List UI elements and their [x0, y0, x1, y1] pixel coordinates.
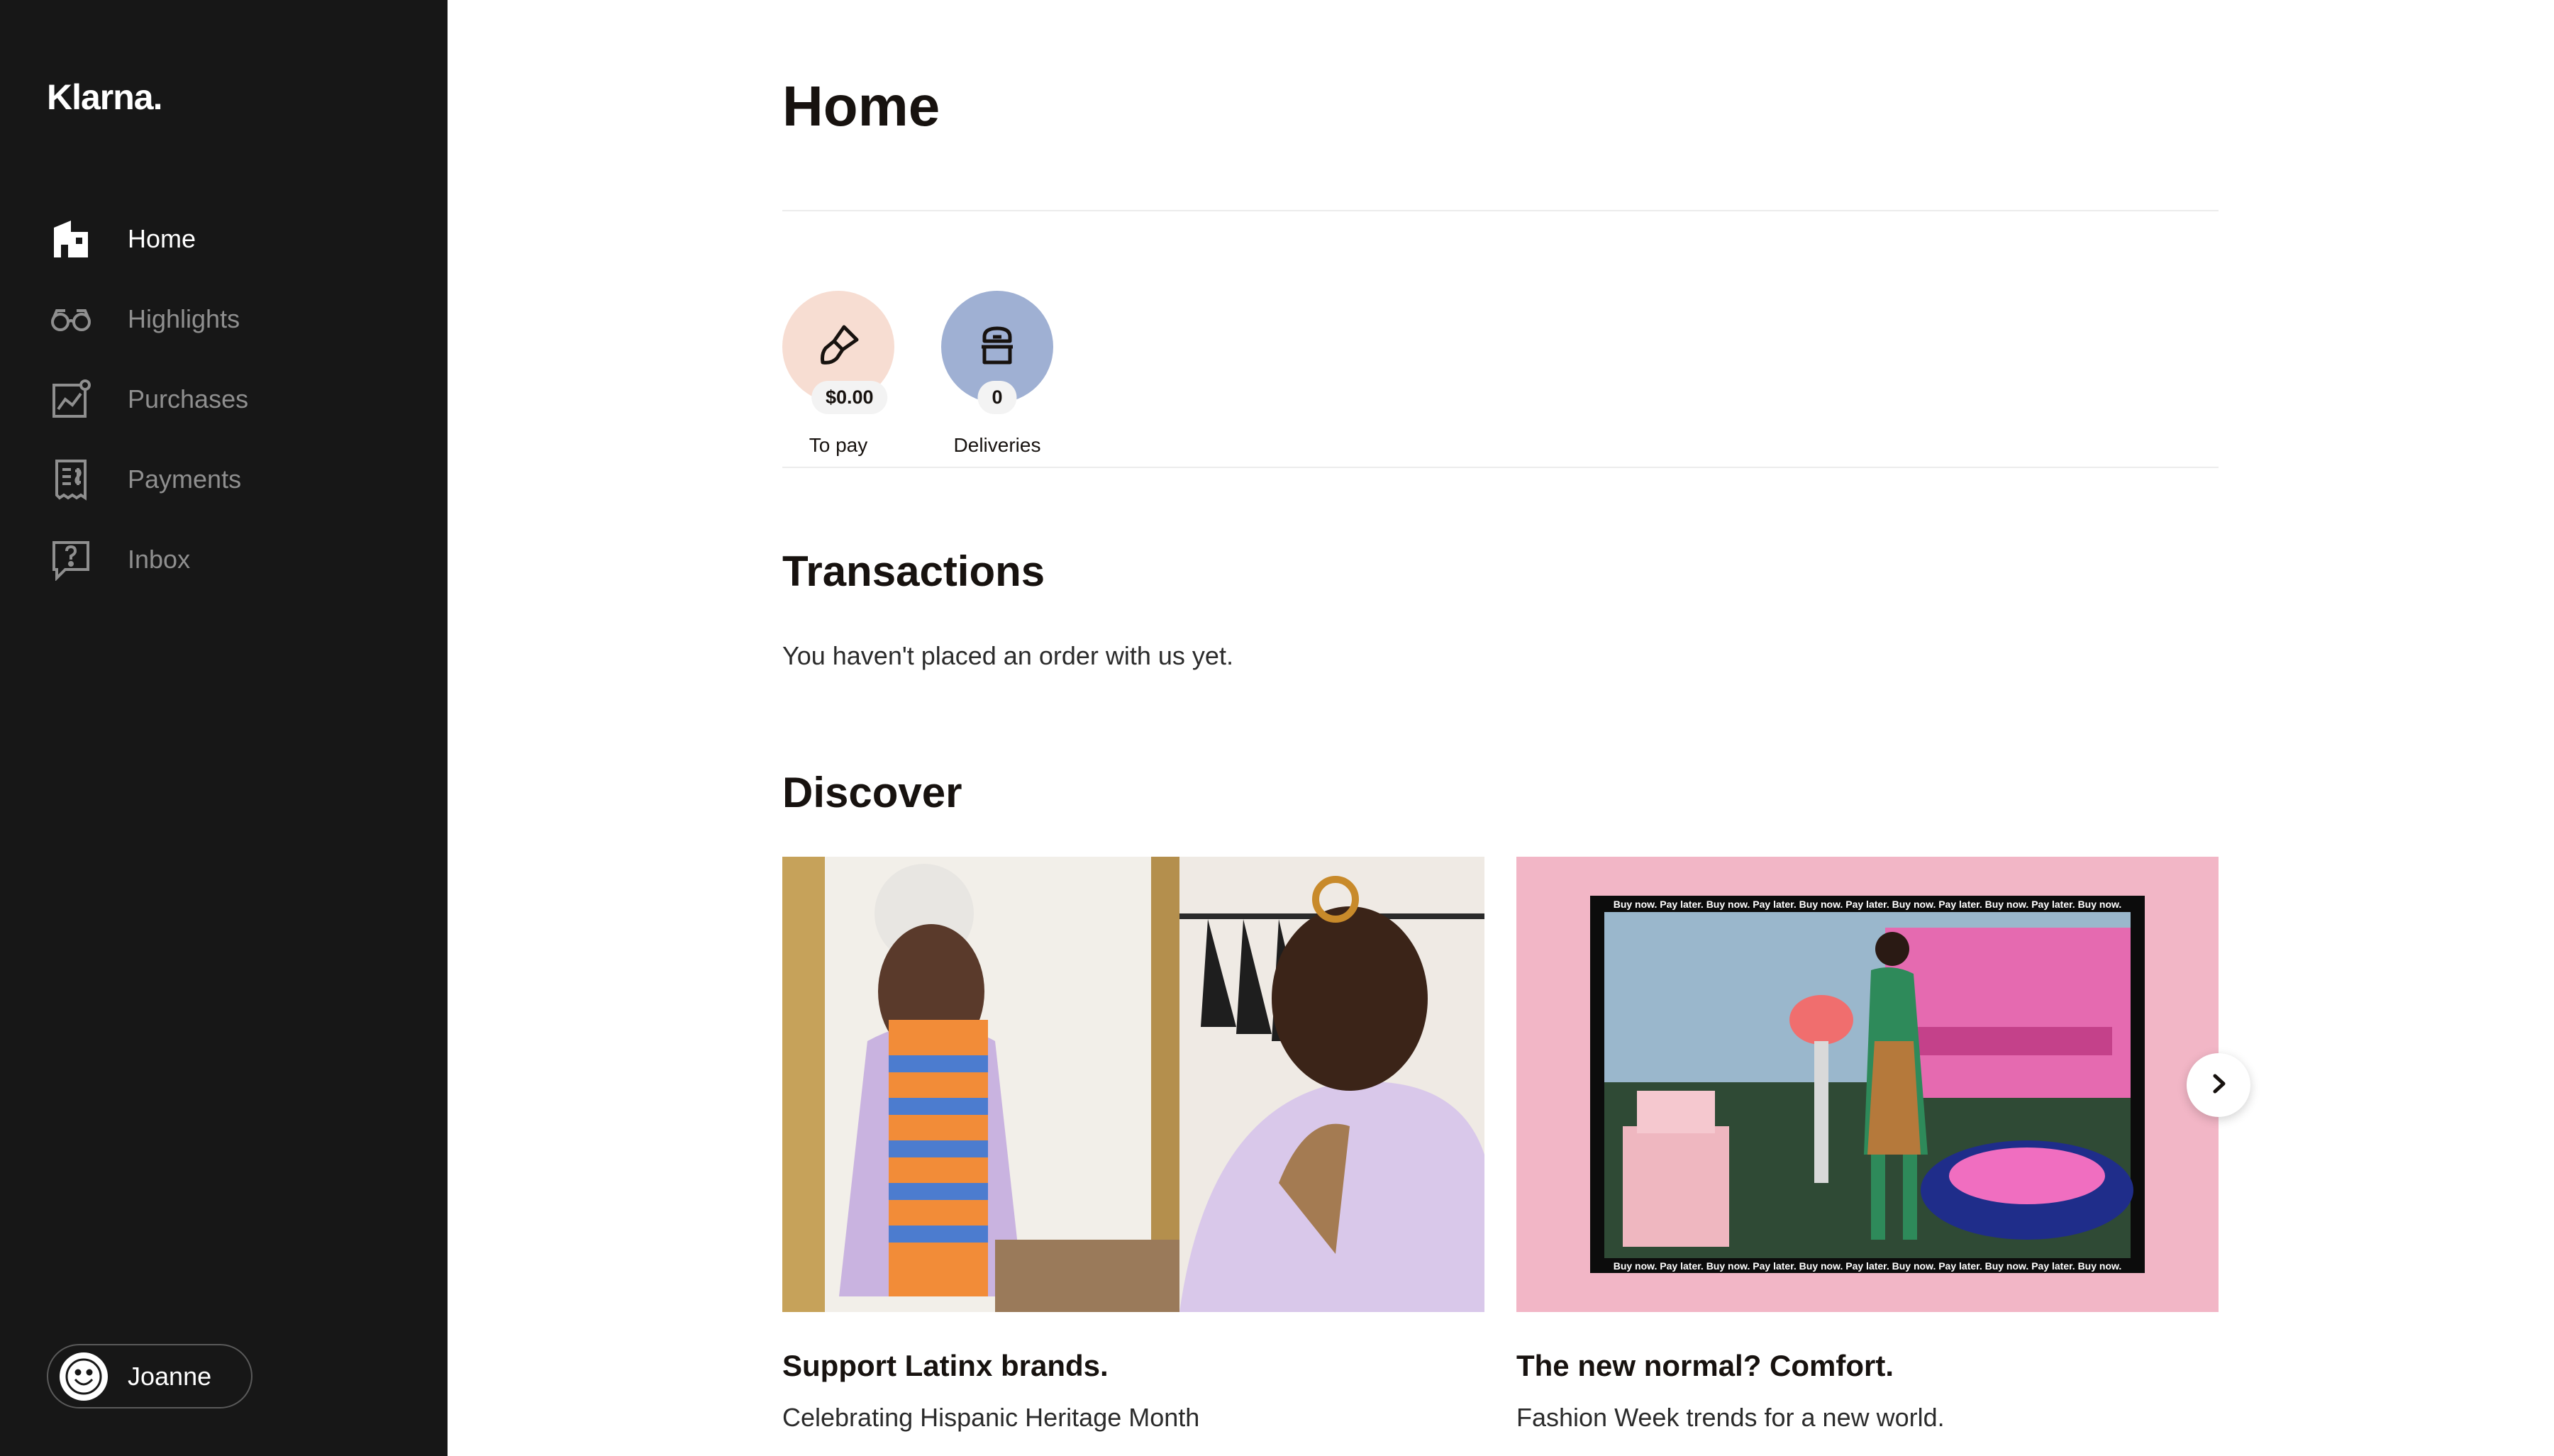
chart-icon	[50, 378, 92, 421]
user-menu-button[interactable]: Joanne	[47, 1344, 252, 1408]
card-subtitle: Fashion Week trends for a new world.	[1516, 1403, 1945, 1432]
klarna-logo[interactable]: Klarna.	[47, 77, 163, 118]
discover-title: Discover	[782, 769, 962, 816]
sidebar-item-label: Purchases	[128, 384, 249, 413]
chevron-right-icon	[2206, 1071, 2231, 1100]
receipt-icon	[50, 458, 92, 501]
smiley-avatar-icon	[60, 1352, 108, 1401]
frame-text-top: Buy now. Pay later. Buy now. Pay later. …	[1614, 899, 2122, 910]
deliveries-circle: 0	[941, 291, 1053, 414]
divider	[782, 210, 2219, 211]
sidebar-item-label: Payments	[128, 464, 242, 494]
to-pay-button[interactable]: $0.00 To pay	[782, 291, 894, 457]
discover-card-comfort[interactable]: Buy now. Pay later. Buy now. Pay later. …	[1516, 857, 2219, 1433]
parcel-icon	[975, 323, 1020, 372]
paintbrush-icon	[816, 323, 861, 372]
frame-text-bottom: Buy now. Pay later. Buy now. Pay later. …	[1614, 1260, 2122, 1272]
sidebar-item-purchases[interactable]: Purchases	[0, 359, 448, 439]
card-image: Buy now. Pay later. Buy now. Pay later. …	[1516, 857, 2219, 1312]
sidebar-item-label: Inbox	[128, 544, 191, 574]
deliveries-badge: 0	[977, 381, 1017, 414]
summary-row: $0.00 To pay 0 Deliveries	[782, 291, 1100, 457]
sidebar-item-highlights[interactable]: Highlights	[0, 279, 448, 359]
help-chat-icon	[50, 538, 92, 581]
discover-carousel: Support Latinx brands. Celebrating Hispa…	[782, 857, 2219, 1445]
card-title: Support Latinx brands.	[782, 1349, 1109, 1382]
page-title: Home	[782, 74, 940, 138]
sidebar-nav: Home Highlights Purchases Payments Inbox	[0, 199, 448, 599]
deliveries-label: Deliveries	[953, 434, 1041, 456]
sidebar-item-home[interactable]: Home	[0, 199, 448, 279]
transactions-empty-text: You haven't placed an order with us yet.	[782, 641, 1233, 670]
discover-card-latinx[interactable]: Support Latinx brands. Celebrating Hispa…	[782, 857, 1484, 1433]
sidebar-item-inbox[interactable]: Inbox	[0, 519, 448, 599]
transactions-title: Transactions	[782, 548, 1045, 595]
deliveries-button[interactable]: 0 Deliveries	[941, 291, 1053, 457]
user-name: Joanne	[128, 1361, 212, 1391]
to-pay-circle: $0.00	[782, 291, 894, 414]
card-subtitle: Celebrating Hispanic Heritage Month	[782, 1403, 1200, 1432]
to-pay-label: To pay	[809, 434, 868, 456]
card-image	[782, 857, 1484, 1312]
to-pay-badge: $0.00	[811, 381, 888, 414]
sidebar-item-label: Highlights	[128, 304, 240, 333]
carousel-next-button[interactable]	[2187, 1053, 2250, 1117]
sidebar-item-payments[interactable]: Payments	[0, 439, 448, 519]
divider	[782, 467, 2219, 468]
glasses-icon	[50, 298, 92, 340]
sidebar-item-label: Home	[128, 223, 196, 253]
card-title: The new normal? Comfort.	[1516, 1349, 1894, 1382]
sidebar: Klarna. Home Highlights Purchases Paymen…	[0, 0, 448, 1456]
home-icon	[50, 218, 92, 260]
